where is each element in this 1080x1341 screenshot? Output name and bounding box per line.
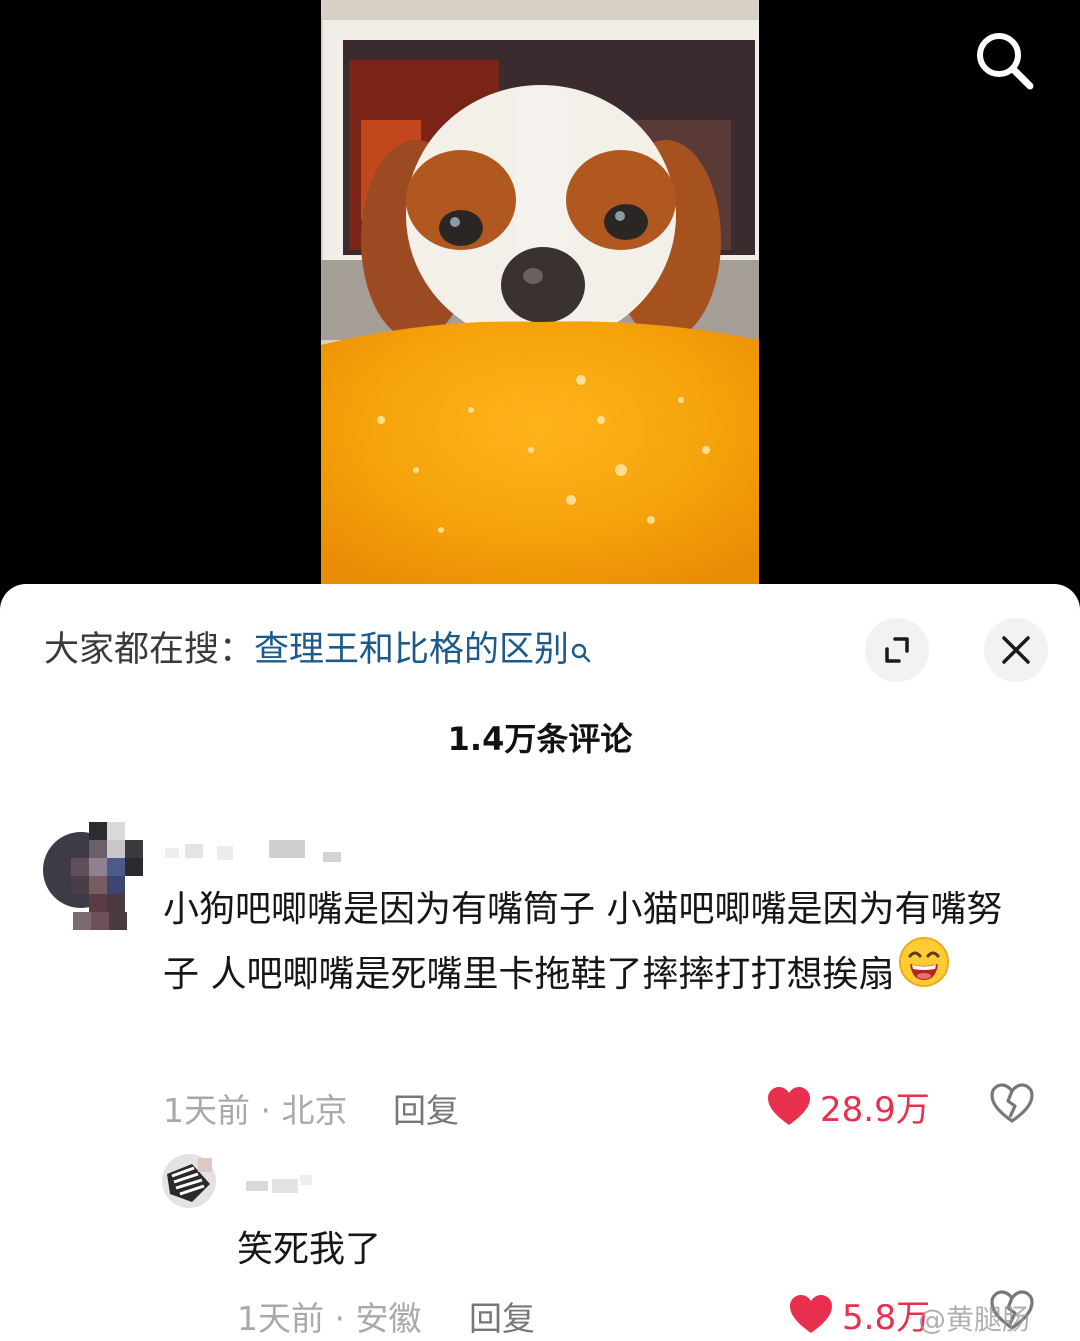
- video-player[interactable]: [0, 0, 1080, 600]
- reply-avatar[interactable]: [162, 1154, 216, 1208]
- hot-search-bar[interactable]: 大家都在搜：查理王和比格的区别: [44, 628, 591, 674]
- expand-button[interactable]: [865, 618, 929, 682]
- username-blurred[interactable]: [165, 832, 345, 866]
- avatar[interactable]: [43, 822, 143, 932]
- comment-time-location: 1天前 · 北京: [163, 1091, 348, 1130]
- reply-meta: 1天前 · 安徽 回复: [237, 1292, 535, 1340]
- close-button[interactable]: [984, 618, 1048, 682]
- like-count: 28.9万: [820, 1090, 930, 1130]
- reply-reply-button[interactable]: 回复: [469, 1292, 535, 1340]
- search-button[interactable]: [972, 28, 1038, 94]
- comment-count-title: 1.4万条评论: [447, 720, 633, 758]
- dog-video-thumbnail: [321, 0, 759, 584]
- close-icon: [1002, 636, 1030, 664]
- video-frame[interactable]: [321, 0, 759, 584]
- expand-icon: [885, 637, 909, 663]
- hot-search-prefix: 大家都在搜：: [44, 630, 255, 670]
- weibo-watermark: @黄腿肠: [918, 1303, 1031, 1336]
- comment-body: 小狗吧唧嘴是因为有嘴筒子 小猫吧唧嘴是因为有嘴努子 人吧唧嘴是死嘴里卡拖鞋了摔摔…: [163, 889, 1003, 995]
- comment-text: 小狗吧唧嘴是因为有嘴筒子 小猫吧唧嘴是因为有嘴努子 人吧唧嘴是死嘴里卡拖鞋了摔摔…: [163, 877, 1023, 1009]
- reply-button[interactable]: 回复: [393, 1084, 459, 1132]
- comment-meta: 1天前 · 北京 回复: [163, 1084, 459, 1132]
- hot-search-icon: [571, 630, 591, 674]
- hot-search-term[interactable]: 查理王和比格的区别: [254, 630, 569, 670]
- search-icon: [977, 33, 1034, 90]
- reply-username-blurred[interactable]: [238, 1169, 318, 1199]
- heart-icon: [768, 1086, 810, 1125]
- broken-heart-icon: [990, 1083, 1034, 1123]
- reply-like-count: 5.8万: [842, 1298, 931, 1338]
- comment-sheet: 大家都在搜：查理王和比格的区别 1.4万条评论 小狗吧唧嘴是因为有嘴筒子 小猫吧…: [0, 584, 1080, 1341]
- dislike-button[interactable]: [990, 1083, 1034, 1129]
- reply-like-button[interactable]: 5.8万: [790, 1290, 930, 1339]
- heart-icon: [790, 1294, 832, 1333]
- like-button[interactable]: 28.9万: [768, 1082, 930, 1131]
- reply-time-location: 1天前 · 安徽: [237, 1299, 422, 1338]
- grin-emoji-icon: [898, 936, 950, 1009]
- reply-comment-text: 笑死我了: [237, 1229, 382, 1270]
